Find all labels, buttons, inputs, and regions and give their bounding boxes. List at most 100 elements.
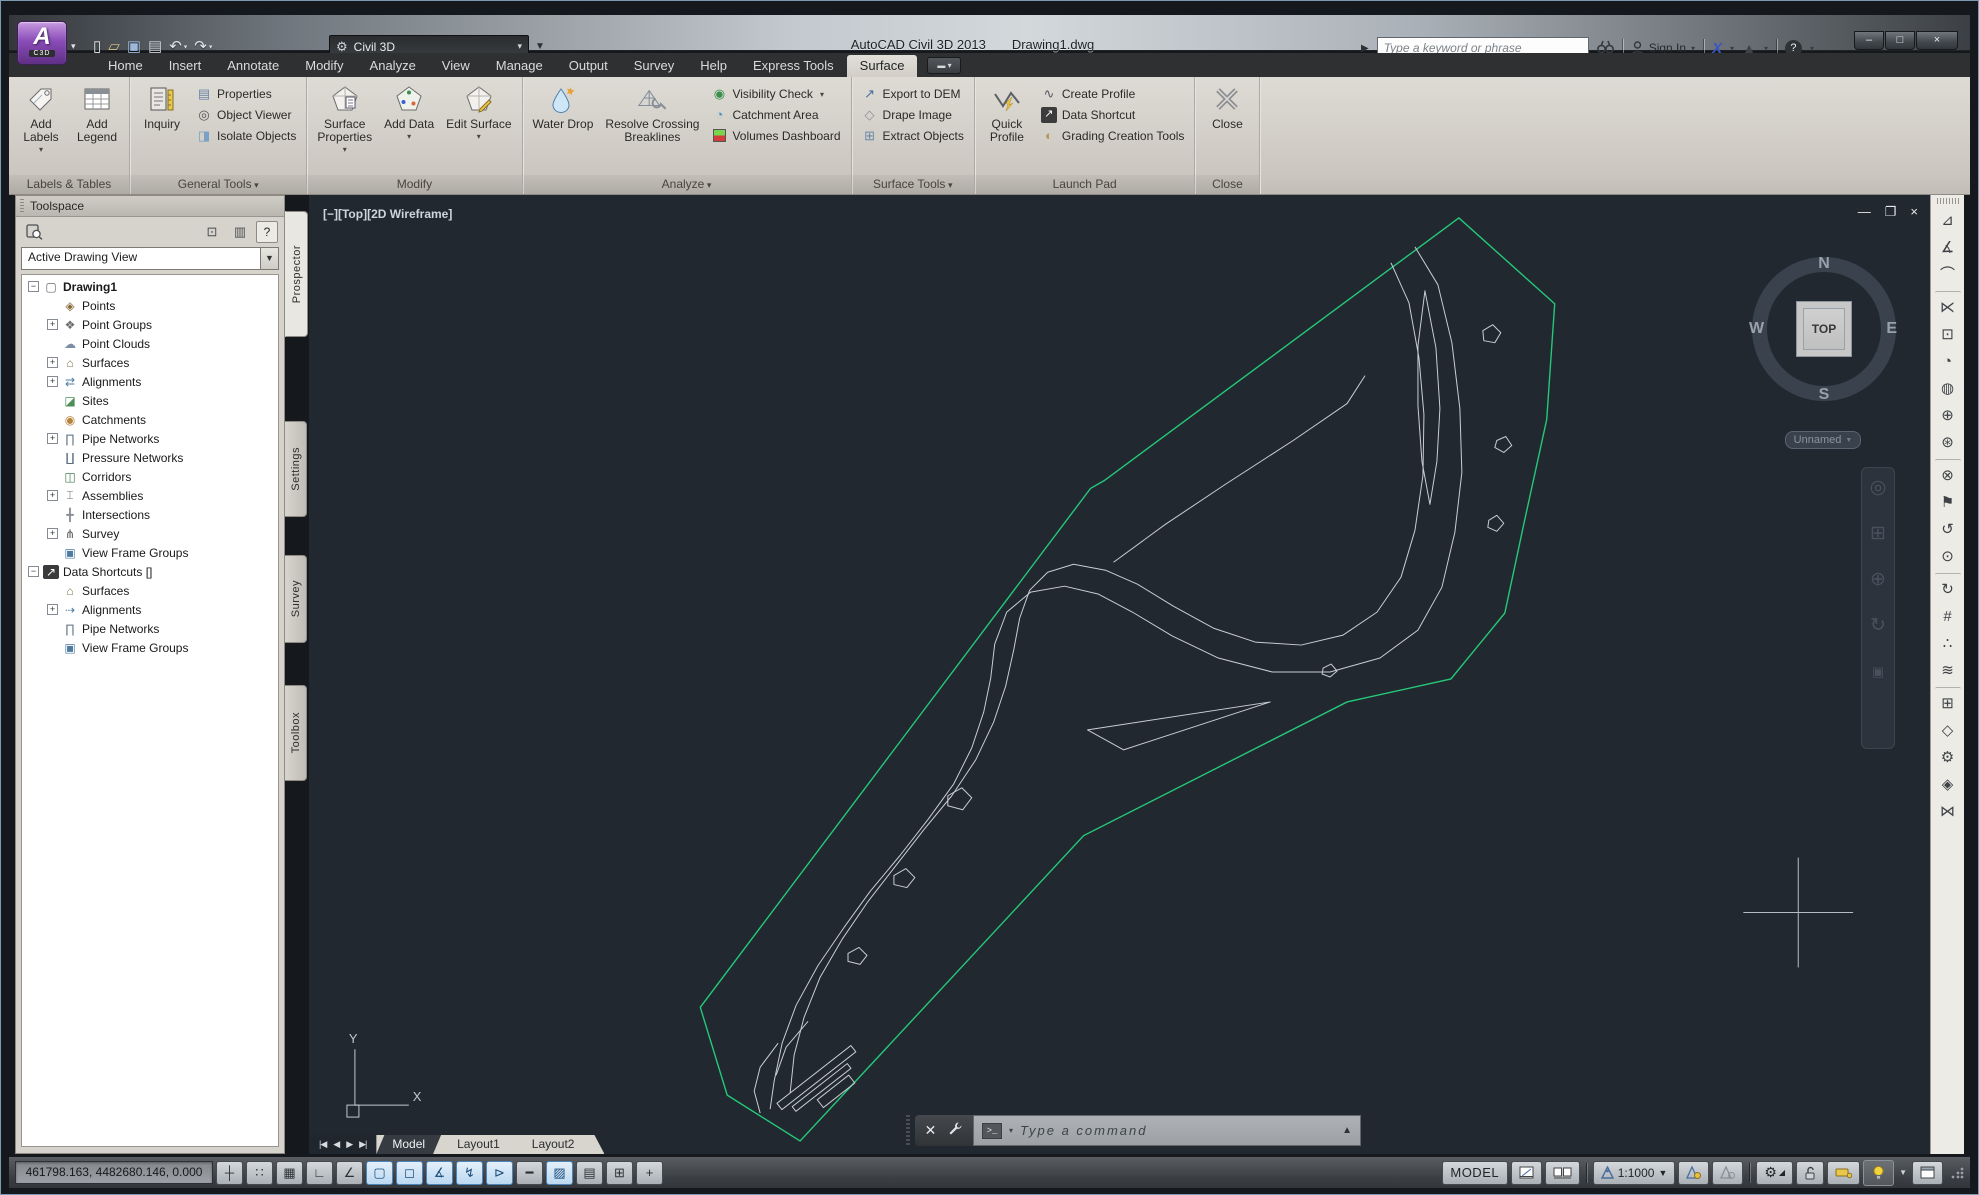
tree-item-survey[interactable]: + ⋔ Survey <box>22 524 278 543</box>
status-toggle-grid-display[interactable]: ▦ <box>276 1160 303 1185</box>
viewcube-west[interactable]: W <box>1749 320 1764 338</box>
qat-customize-button[interactable]: ▼ <box>535 41 545 52</box>
nav-tool-steering-wheel[interactable]: ◎ <box>1870 478 1887 498</box>
annotation-visibility-button[interactable] <box>1678 1160 1710 1185</box>
maximize-button[interactable]: □ <box>1885 31 1915 50</box>
tree-item-ds-surfaces[interactable]: ⌂ Surfaces <box>22 581 278 600</box>
resolve-crossing-breaklines-button[interactable]: Resolve Crossing Breaklines <box>601 81 703 175</box>
layout-nav-last[interactable]: ▶| <box>359 1139 367 1150</box>
application-menu-button[interactable]: A C3D <box>17 21 67 65</box>
isolate-objects-button[interactable]: ◨ Isolate Objects <box>192 127 300 145</box>
viewcube-south[interactable]: S <box>1819 386 1830 404</box>
model-space-button[interactable]: MODEL <box>1441 1160 1508 1185</box>
expander-icon[interactable]: + <box>47 433 58 444</box>
drape-image-button[interactable]: ◇ Drape Image <box>858 106 968 124</box>
toolbar-tool-tool-8[interactable]: ⊕ <box>1935 402 1961 429</box>
ribbon-minimize-button[interactable]: ▬ ▾ <box>927 57 962 74</box>
expander-icon[interactable]: + <box>47 528 58 539</box>
tree-item-points[interactable]: ◈ Points <box>22 296 278 315</box>
ribbon-tab-manage[interactable]: Manage <box>483 55 556 77</box>
tree-item-ds-alignments[interactable]: + ⇢ Alignments <box>22 600 278 619</box>
toolbar-tool-tool-22[interactable]: ⋈ <box>1935 798 1961 825</box>
quick-view-layouts-button[interactable] <box>1544 1160 1580 1185</box>
layout-nav-first[interactable]: |◀ <box>319 1139 327 1150</box>
ribbon-tab-insert[interactable]: Insert <box>156 55 215 77</box>
drawing-close-button[interactable]: × <box>1910 205 1918 219</box>
layout-tab-layout1[interactable]: Layout1 <box>441 1135 516 1154</box>
item-view-icon[interactable]: ⊡ <box>200 221 224 243</box>
tree-item-point-clouds[interactable]: ☁ Point Clouds <box>22 334 278 353</box>
expander-icon[interactable]: + <box>47 376 58 387</box>
open-drawing-icon[interactable] <box>22 221 46 243</box>
command-input-field[interactable]: >_ ▾ Type a command ▲ <box>973 1115 1361 1146</box>
tab-survey[interactable]: Survey <box>285 555 307 643</box>
chevron-down-icon[interactable]: ▼ <box>261 247 279 270</box>
expander-icon[interactable]: − <box>28 566 39 577</box>
application-menu-arrow[interactable]: ▾ <box>71 41 76 52</box>
tree-item-pipe-networks[interactable]: + ∏ Pipe Networks <box>22 429 278 448</box>
layout-nav-prev[interactable]: ◀ <box>333 1139 340 1150</box>
ribbon-tab-express-tools[interactable]: Express Tools <box>740 55 847 77</box>
tree-item-data-shortcuts[interactable]: − ↗ Data Shortcuts [] <box>22 562 278 581</box>
layout-tab-layout2[interactable]: Layout2 <box>516 1135 591 1154</box>
nav-tool-pan[interactable]: ⊞ <box>1870 524 1886 544</box>
tab-prospector[interactable]: Prospector <box>285 211 308 337</box>
status-toggle-snap-mode[interactable]: ∷ <box>246 1160 273 1185</box>
status-toggle-dynamic-ucs[interactable]: ↯ <box>456 1160 483 1185</box>
panel-title[interactable]: Surface Tools <box>851 175 974 194</box>
nav-tool-orbit[interactable]: ↻ <box>1870 616 1886 636</box>
volumes-dashboard-button[interactable]: Volumes Dashboard <box>707 127 844 145</box>
clean-screen-button[interactable] <box>1912 1160 1943 1185</box>
tree-item-assemblies[interactable]: + ⌶ Assemblies <box>22 486 278 505</box>
toolbar-tool-tool-19[interactable]: ◇ <box>1935 717 1961 744</box>
tree-item-catchments[interactable]: ◉ Catchments <box>22 410 278 429</box>
ribbon-tab-surface[interactable]: Surface <box>846 55 918 77</box>
ucs-selector[interactable]: Unnamed ▼ <box>1785 431 1861 449</box>
view-selector[interactable]: Active Drawing View ▼ <box>21 247 279 270</box>
visibility-check-button[interactable]: ◉ Visibility Check ▾ <box>707 85 844 103</box>
workspace-switching-button[interactable]: ⚙ ◢ <box>1756 1160 1794 1185</box>
toolbar-tool-tool-2[interactable]: ∡ <box>1935 234 1961 261</box>
hardware-acceleration-button[interactable] <box>1827 1160 1861 1185</box>
add-labels-button[interactable]: Add Labels ▾ <box>15 81 67 175</box>
chevron-down-icon[interactable]: ▾ <box>343 145 347 154</box>
status-toggle-object-snap-tracking[interactable]: ∡ <box>426 1160 453 1185</box>
ribbon-tab-annotate[interactable]: Annotate <box>214 55 292 77</box>
tree-item-ds-pipe-networks[interactable]: ∏ Pipe Networks <box>22 619 278 638</box>
chevron-down-icon[interactable]: ▾ <box>407 132 411 141</box>
infocenter-collapse-icon[interactable]: ▶ <box>1361 43 1369 54</box>
expander-icon[interactable]: + <box>47 357 58 368</box>
chevron-down-icon[interactable]: ▾ <box>1009 1126 1013 1135</box>
customize-wrench-icon[interactable] <box>948 1121 963 1141</box>
status-toggle-polar-tracking[interactable]: ∠ <box>336 1160 363 1185</box>
drawing-minimize-button[interactable]: — <box>1858 205 1871 219</box>
close-button[interactable]: × <box>1916 31 1958 50</box>
extract-objects-button[interactable]: ⊞ Extract Objects <box>858 127 968 145</box>
toolbar-tool-tool-6[interactable]: ◔ <box>1935 348 1961 375</box>
model-space-viewport[interactable]: Y X [−][Top][2D Wireframe] — ❐ × N S W E… <box>309 195 1930 1154</box>
grading-creation-tools-button[interactable]: ◐ Grading Creation Tools <box>1037 127 1189 145</box>
create-profile-button[interactable]: ∿ Create Profile <box>1037 85 1189 103</box>
toolbar-tool-tool-21[interactable]: ◈ <box>1935 771 1961 798</box>
toolbar-tool-tool-15[interactable]: # <box>1935 603 1961 630</box>
chevron-down-icon[interactable]: ▾ <box>39 145 43 154</box>
toolbar-tool-tool-4[interactable]: ⋉ <box>1934 291 1961 321</box>
toolbar-tool-tool-12[interactable]: ↺ <box>1935 516 1961 543</box>
close-surface-tab-button[interactable]: Close <box>1201 81 1253 175</box>
isolate-objects-button[interactable] <box>1863 1159 1895 1186</box>
annotation-scale-button[interactable]: 1:1000 ▼ <box>1592 1160 1676 1185</box>
toolbar-grip[interactable] <box>1936 198 1959 204</box>
viewcube-top-face[interactable]: TOP <box>1796 301 1852 357</box>
viewcube-north[interactable]: N <box>1818 255 1830 273</box>
chevron-down-icon[interactable]: ▾ <box>477 132 481 141</box>
tree-item-view-frame-groups[interactable]: ▣ View Frame Groups <box>22 543 278 562</box>
ribbon-tab-help[interactable]: Help <box>687 55 740 77</box>
status-toggle-selection-cycling[interactable]: ⊞ <box>606 1160 633 1185</box>
command-close-icon[interactable]: ✕ <box>925 1122 937 1139</box>
toolspace-help-button[interactable]: ? <box>256 221 278 243</box>
ribbon-tab-survey[interactable]: Survey <box>621 55 687 77</box>
panel-title[interactable]: General Tools <box>130 175 307 194</box>
ribbon-tab-output[interactable]: Output <box>556 55 621 77</box>
toolbar-tool-tool-11[interactable]: ⚑ <box>1935 489 1961 516</box>
surface-properties-button[interactable]: Surface Properties ▾ <box>313 81 376 175</box>
